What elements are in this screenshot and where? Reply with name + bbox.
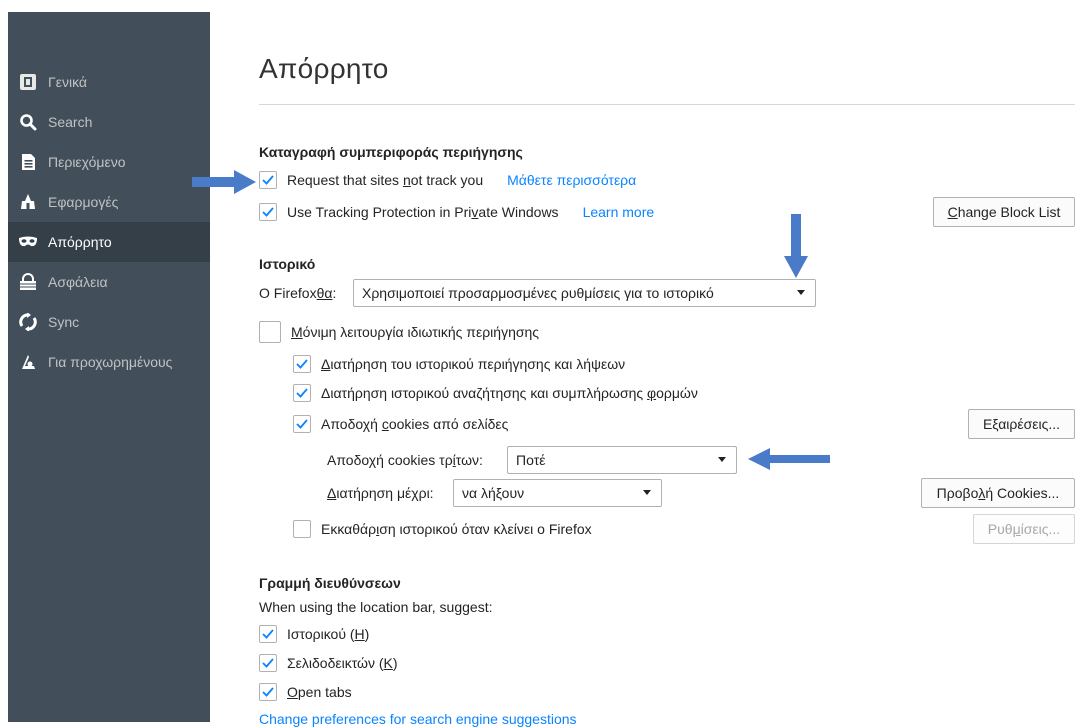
chevron-down-icon [718, 457, 726, 462]
page-title: Απόρρητο [259, 53, 389, 84]
sidebar-item-privacy[interactable]: Απόρρητο [8, 222, 210, 262]
remember-search-checkbox[interactable] [293, 384, 311, 402]
main-content: Απόρρητο Καταγραφή συμπεριφοράς περιήγησ… [210, 0, 1087, 727]
keep-until-value: να λήξουν [462, 485, 525, 501]
sidebar-item-label: Περιεχόμενο [48, 154, 126, 170]
checkmark-icon [262, 629, 274, 639]
checkmark-icon [262, 687, 274, 697]
accept-cookies-row: Αποδοχή cookies από σελίδες [293, 412, 508, 436]
sidebar-item-label: Sync [48, 314, 80, 330]
search-suggestions-link[interactable]: Change preferences for search engine sug… [259, 711, 577, 727]
tracking-protection-label: Use Tracking Protection in Private Windo… [287, 204, 559, 220]
annotation-arrow-left-icon [748, 448, 830, 470]
clear-history-checkbox[interactable] [293, 520, 311, 538]
checkmark-icon [296, 419, 308, 429]
history-settings-button[interactable]: Ρυθ μ ίσεις... [973, 514, 1075, 544]
checkmark-icon [296, 388, 308, 398]
sidebar-item-security[interactable]: Ασφάλεια [8, 262, 210, 302]
chevron-down-icon [643, 490, 651, 495]
title-divider [259, 104, 1075, 105]
checkmark-icon [262, 175, 274, 185]
change-block-list-button[interactable]: Change Block List [933, 197, 1075, 227]
dnt-learn-more-link[interactable]: Μάθετε περισσότερα [507, 172, 636, 188]
sidebar-item-label: Ασφάλεια [48, 274, 108, 290]
remember-browsing-label: Διατήρηση του ιστορικού περιήγησης και λ… [321, 356, 626, 372]
sidebar-item-label: Απόρρητο [48, 234, 112, 250]
exceptions-button[interactable]: Εξαιρέσεις... [968, 409, 1075, 439]
history-mode-value: Χρησιμοποιεί προσαρμοσμένες ρυθμίσεις γι… [362, 285, 714, 301]
history-heading: Ιστορικό [259, 256, 316, 272]
annotation-arrow-down-icon [784, 214, 808, 278]
tracking-protection-learn-more-link[interactable]: Learn more [583, 204, 655, 220]
applications-icon [18, 192, 38, 212]
sidebar-item-content[interactable]: Περιεχόμενο [8, 142, 210, 182]
remember-browsing-row: Διατήρηση του ιστορικού περιήγησης και λ… [293, 352, 625, 376]
sidebar: Γενικά Search Περιεχόμενο Εφαρμογές Απόρ… [8, 12, 210, 722]
checkmark-icon [296, 359, 308, 369]
accept-cookies-checkbox[interactable] [293, 415, 311, 433]
tracking-protection-row: Use Tracking Protection in Private Windo… [259, 200, 654, 224]
suggest-bookmarks-label: Σελιδοδεικτών (K) [287, 655, 398, 671]
third-party-cookies-select[interactable]: Ποτέ [507, 446, 737, 474]
remember-search-row: Διατήρηση ιστορικού αναζήτησης και συμπλ… [293, 381, 698, 405]
suggest-open-tabs-checkbox[interactable] [259, 683, 277, 701]
third-party-cookies-label: Αποδοχή cookies τρ ί των: [327, 452, 483, 468]
sync-icon [18, 312, 38, 332]
dnt-label: Request that sites not track you [287, 172, 484, 188]
tracking-heading: Καταγραφή συμπεριφοράς περιήγησης [259, 144, 523, 160]
suggest-history-label: Ιστορικού (H) [287, 626, 370, 642]
suggest-open-tabs-row: Open tabs [259, 680, 352, 704]
history-mode-select[interactable]: Χρησιμοποιεί προσαρμοσμένες ρυθμίσεις γι… [353, 279, 816, 307]
suggest-open-tabs-label: Open tabs [287, 684, 352, 700]
privacy-mask-icon [18, 232, 38, 252]
sidebar-item-label: Εφαρμογές [48, 194, 119, 210]
suggest-history-row: Ιστορικού (H) [259, 622, 369, 646]
remember-browsing-checkbox[interactable] [293, 355, 311, 373]
sidebar-item-sync[interactable]: Sync [8, 302, 210, 342]
sidebar-item-label: Search [48, 114, 93, 130]
history-mode-label: O Firefox θα: [259, 285, 337, 301]
sidebar-item-search[interactable]: Search [8, 102, 210, 142]
advanced-icon [18, 352, 38, 372]
tracking-protection-checkbox[interactable] [259, 203, 277, 221]
keep-until-label: Διατήρηση μέχρι: [327, 485, 434, 501]
private-mode-row: Μόνιμη λειτουργία ιδιωτικής περιήγησης [259, 320, 539, 344]
location-bar-heading: Γραμμή διευθύνσεων [259, 575, 401, 591]
keep-until-select[interactable]: να λήξουν [453, 479, 662, 507]
private-mode-label: Μόνιμη λειτουργία ιδιωτικής περιήγησης [291, 324, 540, 340]
security-icon [18, 272, 38, 292]
checkmark-icon [262, 658, 274, 668]
suggest-bookmarks-checkbox[interactable] [259, 654, 277, 672]
third-party-cookies-value: Ποτέ [516, 452, 546, 468]
search-icon [18, 112, 38, 132]
checkmark-icon [262, 207, 274, 217]
clear-history-label: Εκκαθάριση ιστορικού όταν κλείνει ο Fire… [321, 521, 592, 537]
sidebar-item-advanced[interactable]: Για προχωρημένους [8, 342, 210, 382]
dnt-row: Request that sites not track you Μάθετε … [259, 168, 636, 192]
private-mode-checkbox[interactable] [259, 321, 281, 343]
chevron-down-icon [797, 290, 805, 295]
annotation-arrow-right-icon [192, 170, 256, 194]
sidebar-item-label: Γενικά [48, 74, 87, 90]
remember-search-label: Διατήρηση ιστορικού αναζήτησης και συμπλ… [321, 385, 698, 401]
dnt-checkbox[interactable] [259, 171, 277, 189]
accept-cookies-label: Αποδοχή cookies από σελίδες [321, 416, 509, 432]
location-bar-suggest-label: When using the location bar, suggest: [259, 599, 493, 615]
content-icon [18, 152, 38, 172]
general-icon [18, 72, 38, 92]
suggest-bookmarks-row: Σελιδοδεικτών (K) [259, 651, 398, 675]
show-cookies-button[interactable]: Προβο λ ή Cookies... [921, 478, 1075, 508]
sidebar-item-label: Για προχωρημένους [48, 354, 173, 370]
sidebar-item-applications[interactable]: Εφαρμογές [8, 182, 210, 222]
clear-history-row: Εκκαθάριση ιστορικού όταν κλείνει ο Fire… [293, 517, 592, 541]
sidebar-item-general[interactable]: Γενικά [8, 62, 210, 102]
suggest-history-checkbox[interactable] [259, 625, 277, 643]
